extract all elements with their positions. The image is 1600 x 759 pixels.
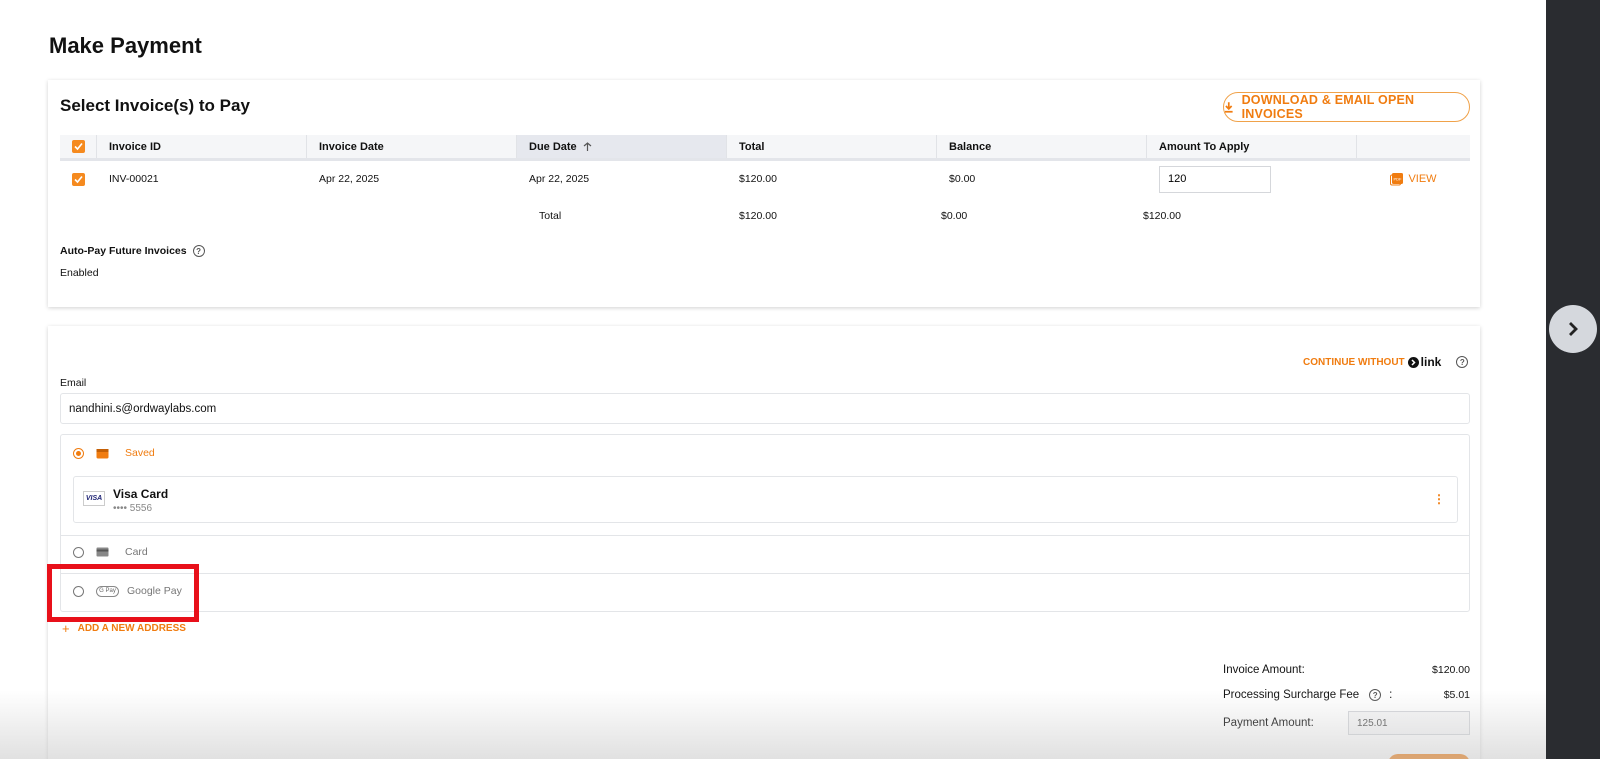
column-balance[interactable]: Balance xyxy=(937,135,1147,158)
column-actions xyxy=(1357,135,1470,158)
link-label: link xyxy=(1420,355,1442,369)
link-logo-icon xyxy=(1407,356,1419,368)
invoice-amount-row: Invoice Amount: $120.00 xyxy=(1223,664,1470,676)
pay-button[interactable] xyxy=(1388,754,1470,759)
invoice-selection-card: Select Invoice(s) to Pay DOWNLOAD & EMAI… xyxy=(48,80,1480,307)
cell-amount-to-apply xyxy=(1147,165,1357,193)
section-title: Select Invoice(s) to Pay xyxy=(60,96,250,115)
email-label: Email xyxy=(60,377,87,389)
column-invoice-date[interactable]: Invoice Date xyxy=(307,135,517,158)
help-icon[interactable]: ? xyxy=(192,245,205,257)
surcharge-value: $5.01 xyxy=(1443,689,1470,701)
continue-without-link-button[interactable]: CONTINUE WITHOUT link ? xyxy=(1303,355,1469,369)
sort-ascending-icon xyxy=(583,141,592,151)
option-saved-label: Saved xyxy=(125,447,155,459)
email-field[interactable]: nandhini.s@ordwaylabs.com xyxy=(60,393,1470,424)
autopay-label-text: Auto-Pay Future Invoices xyxy=(60,245,187,257)
row-checkbox[interactable] xyxy=(60,172,97,186)
autopay-label: Auto-Pay Future Invoices ? xyxy=(60,245,205,257)
invoice-table-header: Invoice ID Invoice Date Due Date Total B… xyxy=(60,135,1470,161)
saved-card-name: Visa Card xyxy=(113,487,169,501)
cell-balance: $0.00 xyxy=(949,173,976,185)
add-address-label: ADD A NEW ADDRESS xyxy=(77,623,186,634)
continue-label: CONTINUE WITHOUT xyxy=(1303,356,1405,368)
surcharge-label: Processing Surcharge Fee xyxy=(1223,689,1360,701)
check-icon xyxy=(73,142,83,151)
option-saved[interactable]: Saved xyxy=(73,447,155,459)
surcharge-row: Processing Surcharge Fee ? : $5.01 xyxy=(1223,689,1470,701)
totals-label: Total xyxy=(539,210,562,222)
download-email-invoices-button[interactable]: DOWNLOAD & EMAIL OPEN INVOICES xyxy=(1223,92,1470,122)
column-invoice-id[interactable]: Invoice ID xyxy=(97,135,307,158)
page-title: Make Payment xyxy=(49,33,202,58)
option-card[interactable]: Card xyxy=(73,546,148,558)
saved-visa-card[interactable]: VISA Visa Card •••• 5556 ⋮ xyxy=(73,476,1458,523)
column-due-date[interactable]: Due Date xyxy=(517,135,727,158)
autopay-status: Enabled xyxy=(60,267,99,279)
saved-card-number: •••• 5556 xyxy=(113,503,153,514)
svg-text:PDF: PDF xyxy=(1394,177,1403,182)
payment-details-card: CONTINUE WITHOUT link ? Email nandhini.s… xyxy=(48,326,1480,759)
surcharge-colon: : xyxy=(1389,689,1393,701)
highlight-box xyxy=(47,564,199,622)
table-row: INV-00021 Apr 22, 2025 Apr 22, 2025 $120… xyxy=(60,164,1470,194)
column-total[interactable]: Total xyxy=(727,135,937,158)
option-card-label: Card xyxy=(125,546,148,558)
divider xyxy=(61,573,1469,574)
cell-due-date: Apr 22, 2025 xyxy=(529,173,590,185)
payment-amount-row: Payment Amount: 125.01 xyxy=(1223,711,1470,735)
cell-actions: PDF VIEW xyxy=(1357,172,1470,186)
select-all-checkbox[interactable] xyxy=(60,135,97,158)
cell-invoice-id: INV-00021 xyxy=(109,173,159,185)
column-due-date-label: Due Date xyxy=(529,140,577,153)
plus-icon: + xyxy=(62,621,70,636)
credit-card-icon xyxy=(96,547,109,557)
download-label: DOWNLOAD & EMAIL OPEN INVOICES xyxy=(1241,93,1415,121)
view-label: VIEW xyxy=(1408,173,1437,185)
payment-amount-label: Payment Amount: xyxy=(1223,717,1314,729)
expand-panel-button[interactable] xyxy=(1549,305,1597,353)
help-icon[interactable]: ? xyxy=(1456,356,1469,368)
totals-total: $120.00 xyxy=(739,210,777,222)
pdf-icon: PDF xyxy=(1390,173,1404,186)
check-icon xyxy=(74,175,83,183)
more-options-icon[interactable]: ⋮ xyxy=(1433,493,1445,505)
main-content: Make Payment Select Invoice(s) to Pay DO… xyxy=(0,0,1546,759)
divider xyxy=(61,535,1469,536)
chevron-right-icon xyxy=(1569,322,1578,336)
saved-radio[interactable] xyxy=(73,447,84,459)
side-panel-rail xyxy=(1546,0,1600,759)
invoice-amount-label: Invoice Amount: xyxy=(1223,664,1305,676)
help-icon[interactable]: ? xyxy=(1369,689,1382,701)
view-invoice-link[interactable]: PDF VIEW xyxy=(1390,172,1437,186)
wallet-icon xyxy=(96,448,109,458)
totals-balance: $0.00 xyxy=(941,210,968,222)
payment-method-options: Saved VISA Visa Card •••• 5556 ⋮ Card G … xyxy=(60,434,1470,612)
amount-to-apply-input[interactable] xyxy=(1159,165,1271,193)
invoice-amount-value: $120.00 xyxy=(1432,664,1470,676)
cell-invoice-date: Apr 22, 2025 xyxy=(319,173,380,185)
download-icon xyxy=(1224,102,1233,113)
payment-amount-field: 125.01 xyxy=(1348,711,1470,735)
column-amount-to-apply[interactable]: Amount To Apply xyxy=(1147,135,1357,158)
card-radio[interactable] xyxy=(73,546,84,558)
totals-amount: $120.00 xyxy=(1143,210,1181,222)
add-new-address-button[interactable]: + ADD A NEW ADDRESS xyxy=(62,621,186,636)
visa-icon: VISA xyxy=(83,491,105,506)
cell-total: $120.00 xyxy=(739,173,777,185)
link-brand: link xyxy=(1407,355,1442,369)
